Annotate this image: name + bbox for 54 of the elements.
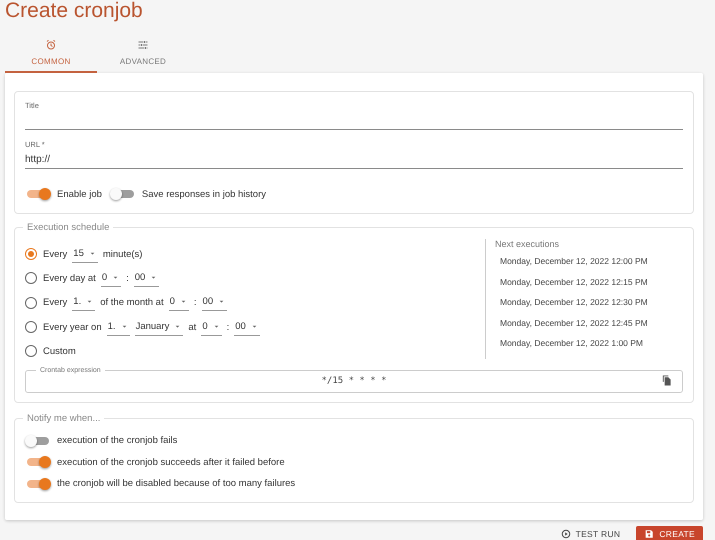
option-label: :: [226, 322, 230, 333]
toggle-label: the cronjob will be disabled because of too many failures: [57, 478, 296, 490]
dropdown[interactable]: 00: [234, 318, 260, 336]
dropdown[interactable]: 0: [201, 318, 222, 336]
toggle-label: Enable job: [57, 188, 102, 200]
execution-time: Monday, December 12, 2022 12:00 PM: [499, 256, 649, 268]
toggle-switch[interactable]: [112, 190, 134, 198]
dropdown[interactable]: 15: [72, 246, 98, 263]
save-icon: [644, 529, 654, 540]
toggle-label: Save responses in job history: [142, 188, 266, 200]
dropdown[interactable]: 0: [100, 270, 122, 287]
dropdown[interactable]: 00: [134, 270, 160, 287]
copy-icon[interactable]: [661, 375, 672, 386]
option-label: of the month at: [100, 297, 164, 308]
option-label: Every day at: [43, 272, 96, 284]
option-label: Every: [43, 248, 68, 260]
dropdown[interactable]: January: [134, 318, 184, 336]
radio-button[interactable]: [25, 272, 37, 284]
execution-time: Monday, December 12, 2022 12:15 PM: [499, 276, 649, 289]
toggle-switch[interactable]: [27, 436, 49, 445]
radio-button[interactable]: [25, 248, 37, 260]
alarm-clock-icon: [45, 39, 57, 51]
toggle-switch[interactable]: [27, 190, 49, 198]
option-label: Custom: [43, 346, 76, 357]
option-label: :: [194, 297, 197, 308]
option-label: :: [126, 272, 129, 284]
create-button[interactable]: CREATE: [636, 526, 703, 540]
next-executions-heading: Next executions: [495, 239, 560, 249]
dropdown[interactable]: 00: [202, 294, 228, 312]
dropdown[interactable]: 1.: [72, 294, 96, 312]
toggle-label: execution of the cronjob succeeds after it failed before: [57, 456, 285, 468]
crontab-value: */15 * * * *: [321, 376, 387, 386]
radio-button[interactable]: [25, 345, 37, 358]
execution-time: Monday, December 12, 2022 12:45 PM: [499, 318, 649, 330]
radio-button[interactable]: [25, 296, 37, 309]
toggle-label: execution of the cronjob fails: [57, 435, 178, 446]
radio-button[interactable]: [25, 321, 37, 334]
option-label: minute(s): [102, 248, 142, 260]
option-label: Every: [43, 297, 68, 308]
toggle-switch[interactable]: [27, 480, 49, 488]
toggle-switch[interactable]: [27, 458, 49, 466]
execution-time: Monday, December 12, 2022 1:00 PM: [499, 338, 644, 350]
tab[interactable]: ADVANCED: [97, 34, 189, 73]
dropdown[interactable]: 0: [168, 294, 189, 312]
option-label: Every year on: [43, 322, 102, 333]
group-legend: Notify me when...: [23, 412, 104, 424]
group-legend: Execution schedule: [23, 222, 114, 233]
page-title: Create cronjob: [5, 0, 144, 22]
sliders-icon: [137, 39, 149, 51]
option-label: at: [188, 322, 196, 333]
play-icon: [560, 529, 571, 540]
test-run-button[interactable]: TEST RUN: [552, 526, 628, 540]
execution-time: Monday, December 12, 2022 12:30 PM: [499, 297, 649, 310]
dropdown[interactable]: 1.: [106, 318, 130, 336]
